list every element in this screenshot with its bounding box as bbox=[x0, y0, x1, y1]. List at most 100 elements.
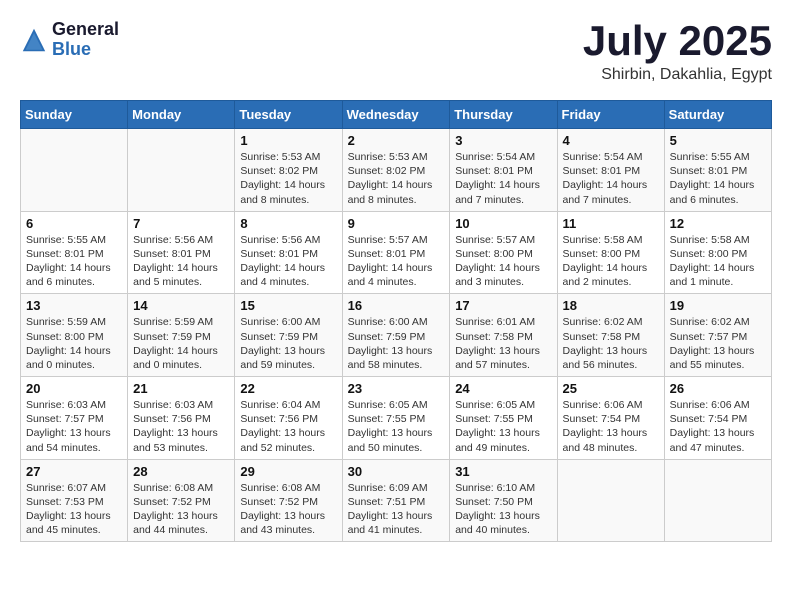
day-info: Sunrise: 6:01 AM Sunset: 7:58 PM Dayligh… bbox=[455, 315, 551, 372]
day-info: Sunrise: 5:59 AM Sunset: 8:00 PM Dayligh… bbox=[26, 315, 122, 372]
calendar-cell: 5 Sunrise: 5:55 AM Sunset: 8:01 PM Daylig… bbox=[664, 129, 771, 212]
calendar-cell: 1 Sunrise: 5:53 AM Sunset: 8:02 PM Daylig… bbox=[235, 129, 342, 212]
day-number: 25 bbox=[563, 381, 659, 396]
day-number: 5 bbox=[670, 133, 766, 148]
day-number: 29 bbox=[240, 464, 336, 479]
calendar-cell bbox=[128, 129, 235, 212]
day-info: Sunrise: 6:07 AM Sunset: 7:53 PM Dayligh… bbox=[26, 481, 122, 538]
day-number: 9 bbox=[348, 216, 445, 231]
day-info: Sunrise: 5:57 AM Sunset: 8:01 PM Dayligh… bbox=[348, 233, 445, 290]
day-info: Sunrise: 5:59 AM Sunset: 7:59 PM Dayligh… bbox=[133, 315, 229, 372]
calendar-header-thursday: Thursday bbox=[450, 101, 557, 129]
calendar-week-1: 1 Sunrise: 5:53 AM Sunset: 8:02 PM Daylig… bbox=[21, 129, 772, 212]
calendar-cell: 6 Sunrise: 5:55 AM Sunset: 8:01 PM Daylig… bbox=[21, 211, 128, 294]
day-number: 27 bbox=[26, 464, 122, 479]
calendar-header-saturday: Saturday bbox=[664, 101, 771, 129]
day-info: Sunrise: 6:02 AM Sunset: 7:57 PM Dayligh… bbox=[670, 315, 766, 372]
calendar-cell: 7Sunrise: 5:56 AM Sunset: 8:01 PM Daylig… bbox=[128, 211, 235, 294]
calendar-header-monday: Monday bbox=[128, 101, 235, 129]
calendar-cell: 14 Sunrise: 5:59 AM Sunset: 7:59 PM Dayli… bbox=[128, 294, 235, 377]
day-number: 14 bbox=[133, 298, 229, 313]
day-number: 3 bbox=[455, 133, 551, 148]
calendar-week-4: 20 Sunrise: 6:03 AM Sunset: 7:57 PM Dayli… bbox=[21, 377, 772, 460]
calendar-cell: 19Sunrise: 6:02 AM Sunset: 7:57 PM Dayli… bbox=[664, 294, 771, 377]
calendar-cell: 3 Sunrise: 5:54 AM Sunset: 8:01 PM Daylig… bbox=[450, 129, 557, 212]
calendar-cell: 17Sunrise: 6:01 AM Sunset: 7:58 PM Dayli… bbox=[450, 294, 557, 377]
calendar-cell: 2Sunrise: 5:53 AM Sunset: 8:02 PM Daylig… bbox=[342, 129, 450, 212]
calendar-cell: 22Sunrise: 6:04 AM Sunset: 7:56 PM Dayli… bbox=[235, 377, 342, 460]
calendar-body: 1 Sunrise: 5:53 AM Sunset: 8:02 PM Daylig… bbox=[21, 129, 772, 542]
day-info: Sunrise: 5:58 AM Sunset: 8:00 PM Dayligh… bbox=[670, 233, 766, 290]
day-number: 10 bbox=[455, 216, 551, 231]
subtitle: Shirbin, Dakahlia, Egypt bbox=[583, 66, 772, 84]
day-info: Sunrise: 6:03 AM Sunset: 7:57 PM Dayligh… bbox=[26, 398, 122, 455]
day-info: Sunrise: 5:56 AM Sunset: 8:01 PM Dayligh… bbox=[240, 233, 336, 290]
calendar-cell: 27 Sunrise: 6:07 AM Sunset: 7:53 PM Dayli… bbox=[21, 459, 128, 542]
calendar-cell: 12 Sunrise: 5:58 AM Sunset: 8:00 PM Dayli… bbox=[664, 211, 771, 294]
calendar-cell: 25 Sunrise: 6:06 AM Sunset: 7:54 PM Dayli… bbox=[557, 377, 664, 460]
calendar-cell: 13Sunrise: 5:59 AM Sunset: 8:00 PM Dayli… bbox=[21, 294, 128, 377]
calendar-cell: 16Sunrise: 6:00 AM Sunset: 7:59 PM Dayli… bbox=[342, 294, 450, 377]
day-number: 16 bbox=[348, 298, 445, 313]
calendar-cell: 28 Sunrise: 6:08 AM Sunset: 7:52 PM Dayli… bbox=[128, 459, 235, 542]
day-info: Sunrise: 5:58 AM Sunset: 8:00 PM Dayligh… bbox=[563, 233, 659, 290]
calendar-week-3: 13Sunrise: 5:59 AM Sunset: 8:00 PM Dayli… bbox=[21, 294, 772, 377]
calendar-cell: 10 Sunrise: 5:57 AM Sunset: 8:00 PM Dayli… bbox=[450, 211, 557, 294]
calendar-cell: 4 Sunrise: 5:54 AM Sunset: 8:01 PM Daylig… bbox=[557, 129, 664, 212]
calendar-cell: 15Sunrise: 6:00 AM Sunset: 7:59 PM Dayli… bbox=[235, 294, 342, 377]
calendar-cell bbox=[21, 129, 128, 212]
calendar-cell: 31 Sunrise: 6:10 AM Sunset: 7:50 PM Dayli… bbox=[450, 459, 557, 542]
calendar-cell: 23Sunrise: 6:05 AM Sunset: 7:55 PM Dayli… bbox=[342, 377, 450, 460]
day-number: 20 bbox=[26, 381, 122, 396]
day-info: Sunrise: 6:09 AM Sunset: 7:51 PM Dayligh… bbox=[348, 481, 445, 538]
logo-general: General bbox=[52, 20, 119, 40]
logo: General Blue bbox=[20, 20, 119, 60]
day-info: Sunrise: 6:06 AM Sunset: 7:54 PM Dayligh… bbox=[670, 398, 766, 455]
calendar-cell: 21 Sunrise: 6:03 AM Sunset: 7:56 PM Dayli… bbox=[128, 377, 235, 460]
day-number: 23 bbox=[348, 381, 445, 396]
day-info: Sunrise: 6:05 AM Sunset: 7:55 PM Dayligh… bbox=[455, 398, 551, 455]
calendar-cell: 8Sunrise: 5:56 AM Sunset: 8:01 PM Daylig… bbox=[235, 211, 342, 294]
day-number: 28 bbox=[133, 464, 229, 479]
day-info: Sunrise: 6:03 AM Sunset: 7:56 PM Dayligh… bbox=[133, 398, 229, 455]
calendar-header-sunday: Sunday bbox=[21, 101, 128, 129]
day-info: Sunrise: 5:54 AM Sunset: 8:01 PM Dayligh… bbox=[563, 150, 659, 207]
day-info: Sunrise: 6:06 AM Sunset: 7:54 PM Dayligh… bbox=[563, 398, 659, 455]
day-info: Sunrise: 5:54 AM Sunset: 8:01 PM Dayligh… bbox=[455, 150, 551, 207]
day-info: Sunrise: 6:10 AM Sunset: 7:50 PM Dayligh… bbox=[455, 481, 551, 538]
day-number: 12 bbox=[670, 216, 766, 231]
day-number: 6 bbox=[26, 216, 122, 231]
calendar-cell: 24 Sunrise: 6:05 AM Sunset: 7:55 PM Dayli… bbox=[450, 377, 557, 460]
page-header: General Blue July 2025 Shirbin, Dakahlia… bbox=[20, 20, 772, 84]
title-block: July 2025 Shirbin, Dakahlia, Egypt bbox=[583, 20, 772, 84]
calendar-cell: 29Sunrise: 6:08 AM Sunset: 7:52 PM Dayli… bbox=[235, 459, 342, 542]
calendar-week-5: 27 Sunrise: 6:07 AM Sunset: 7:53 PM Dayli… bbox=[21, 459, 772, 542]
day-number: 2 bbox=[348, 133, 445, 148]
day-info: Sunrise: 6:08 AM Sunset: 7:52 PM Dayligh… bbox=[133, 481, 229, 538]
day-info: Sunrise: 5:57 AM Sunset: 8:00 PM Dayligh… bbox=[455, 233, 551, 290]
day-number: 18 bbox=[563, 298, 659, 313]
calendar-cell bbox=[557, 459, 664, 542]
day-number: 30 bbox=[348, 464, 445, 479]
day-info: Sunrise: 5:56 AM Sunset: 8:01 PM Dayligh… bbox=[133, 233, 229, 290]
calendar-header-tuesday: Tuesday bbox=[235, 101, 342, 129]
calendar-cell: 9 Sunrise: 5:57 AM Sunset: 8:01 PM Daylig… bbox=[342, 211, 450, 294]
calendar-cell: 20 Sunrise: 6:03 AM Sunset: 7:57 PM Dayli… bbox=[21, 377, 128, 460]
day-info: Sunrise: 5:53 AM Sunset: 8:02 PM Dayligh… bbox=[240, 150, 336, 207]
day-number: 24 bbox=[455, 381, 551, 396]
day-info: Sunrise: 5:55 AM Sunset: 8:01 PM Dayligh… bbox=[26, 233, 122, 290]
day-number: 31 bbox=[455, 464, 551, 479]
day-info: Sunrise: 6:04 AM Sunset: 7:56 PM Dayligh… bbox=[240, 398, 336, 455]
calendar-header: SundayMondayTuesdayWednesdayThursdayFrid… bbox=[21, 101, 772, 129]
day-number: 11 bbox=[563, 216, 659, 231]
day-number: 1 bbox=[240, 133, 336, 148]
day-number: 21 bbox=[133, 381, 229, 396]
calendar-cell: 30 Sunrise: 6:09 AM Sunset: 7:51 PM Dayli… bbox=[342, 459, 450, 542]
calendar-header-friday: Friday bbox=[557, 101, 664, 129]
day-info: Sunrise: 5:55 AM Sunset: 8:01 PM Dayligh… bbox=[670, 150, 766, 207]
calendar-cell: 18Sunrise: 6:02 AM Sunset: 7:58 PM Dayli… bbox=[557, 294, 664, 377]
calendar-week-2: 6 Sunrise: 5:55 AM Sunset: 8:01 PM Daylig… bbox=[21, 211, 772, 294]
day-number: 4 bbox=[563, 133, 659, 148]
calendar-table: SundayMondayTuesdayWednesdayThursdayFrid… bbox=[20, 100, 772, 542]
calendar-cell: 11 Sunrise: 5:58 AM Sunset: 8:00 PM Dayli… bbox=[557, 211, 664, 294]
